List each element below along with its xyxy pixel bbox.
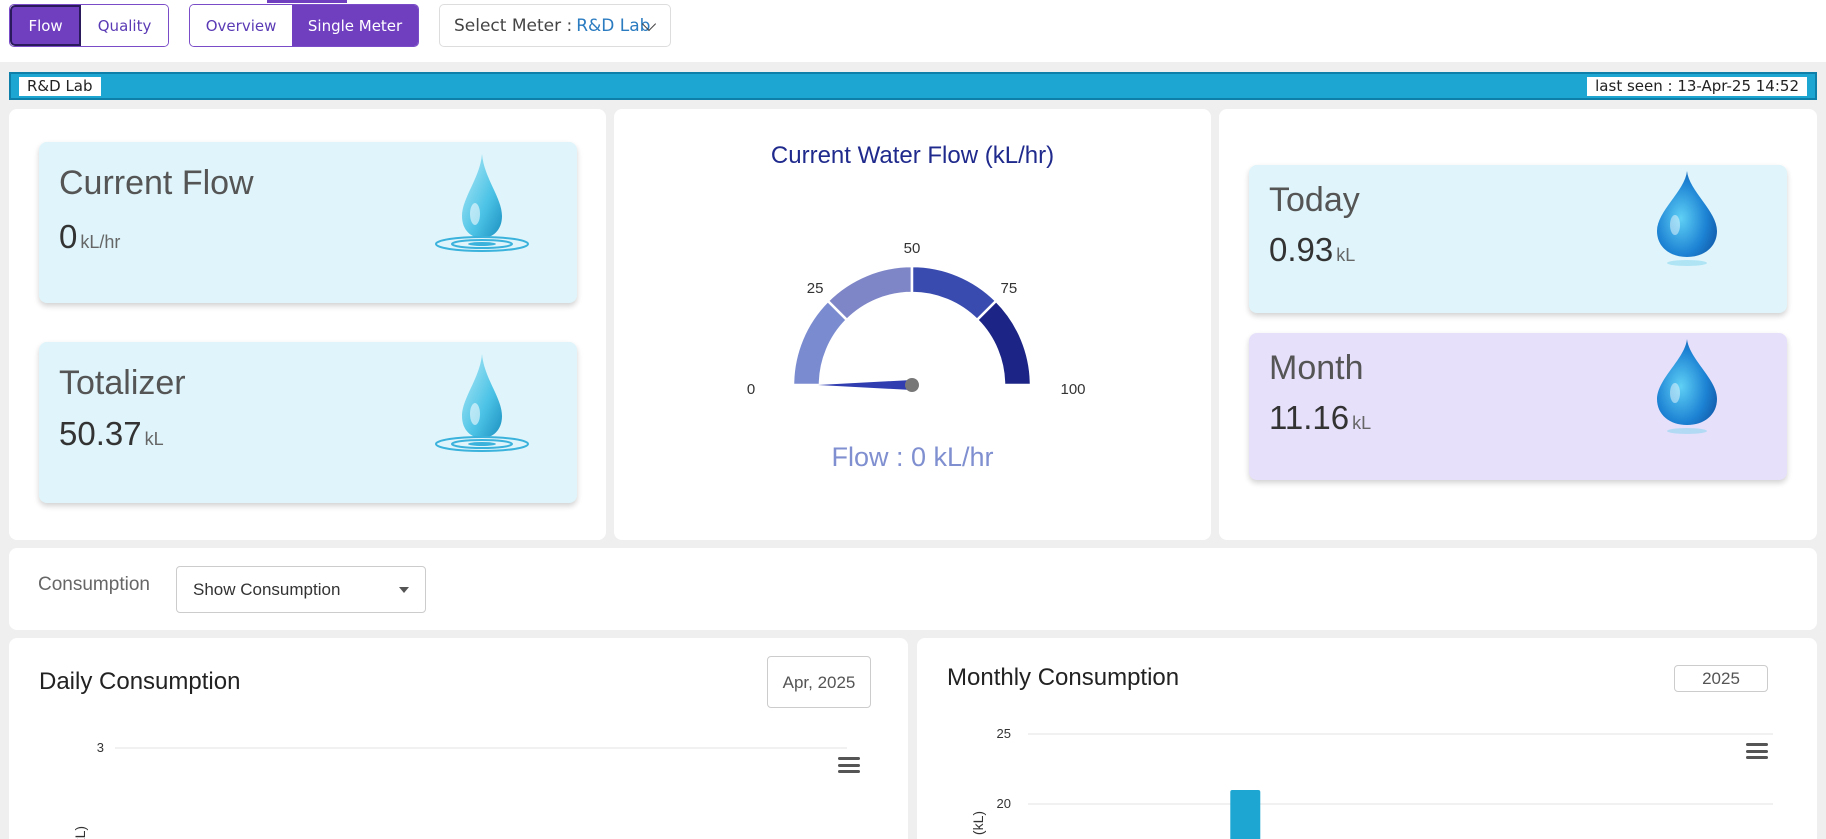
view-toggle: Overview Single Meter: [189, 4, 419, 47]
card-value: 50.37: [59, 415, 142, 452]
monthly-bar[interactable]: [1230, 790, 1261, 839]
card-value: 0.93: [1269, 231, 1334, 268]
water-drop-icon: [1657, 171, 1717, 266]
consumption-bar: Consumption Show Consumption: [9, 548, 1817, 630]
monthly-y-tick-label: 20: [997, 796, 1011, 811]
gauge-tick-label: 75: [1001, 280, 1018, 297]
meter-status-bar: R&D Lab last seen : 13-Apr-25 14:52: [9, 72, 1817, 100]
last-seen-badge: last seen : 13-Apr-25 14:52: [1587, 77, 1807, 96]
gauge-pivot: [905, 378, 919, 392]
card-value-row: 50.37 kL: [59, 415, 164, 453]
meter-select-label: Select Meter :: [454, 15, 573, 36]
card-unit: kL/hr: [80, 232, 121, 252]
caret-down-icon: [399, 587, 409, 593]
gauge-panel: Current Water Flow (kL/hr) 0 25 50 75 100 Fl…: [614, 109, 1211, 540]
consumption-select-value: Show Consumption: [193, 580, 341, 599]
flow-stats-panel: Current Flow 0 kL/hr Totalizer 50.37 kL: [9, 109, 606, 540]
daily-y-tick-label: 3: [97, 740, 104, 755]
flow-gauge: 0 25 50 75 100: [747, 240, 1086, 398]
card-unit: kL: [1352, 413, 1372, 433]
monthly-y-tick-label: 25: [997, 726, 1011, 741]
gauge-tick-label: 100: [1060, 381, 1085, 398]
monthly-consumption-panel: Monthly Consumption 2025 25 20 (kL): [917, 638, 1817, 839]
meter-name-badge: R&D Lab: [19, 77, 101, 96]
monthly-consumption-chart: 25 20 (kL): [970, 726, 1773, 839]
daily-consumption-chart: 3 (kL): [72, 740, 847, 839]
meter-select[interactable]: Select Meter : R&D Lab: [439, 4, 671, 47]
card-value-row: 0 kL/hr: [59, 218, 120, 256]
water-splash-drop-icon: [435, 154, 529, 252]
consumption-label: Consumption: [38, 574, 150, 595]
card-value: 0: [59, 218, 78, 255]
meter-select-value: R&D Lab: [576, 15, 651, 36]
gauge-tick-label: 25: [807, 280, 824, 297]
quality-button[interactable]: Quality: [81, 5, 168, 46]
month-card: Month 11.16 kL: [1249, 333, 1787, 480]
flow-button[interactable]: Flow: [10, 5, 82, 46]
card-value-row: 11.16 kL: [1269, 399, 1371, 437]
gauge-tick-label: 0: [747, 381, 755, 398]
water-drop-icon: [1657, 339, 1717, 434]
overview-button[interactable]: Overview: [190, 5, 293, 46]
card-title: Current Flow: [59, 164, 254, 202]
gauge-band: [826, 264, 914, 322]
card-title: Month: [1269, 349, 1364, 387]
single-meter-button[interactable]: Single Meter: [292, 5, 418, 46]
mode-toggle: Flow Quality: [9, 4, 169, 47]
card-unit: kL: [1336, 245, 1356, 265]
hamburger-menu-icon[interactable]: [838, 757, 860, 773]
gauge-needle: [818, 380, 912, 390]
top-toolbar: Flow Quality Overview Single Meter Selec…: [0, 0, 1826, 62]
gauge-title: Current Water Flow (kL/hr): [770, 142, 1055, 169]
consumption-select[interactable]: Show Consumption: [176, 566, 426, 613]
gauge-band: [975, 299, 1033, 387]
totalizer-card: Totalizer 50.37 kL: [39, 342, 577, 503]
gauge-readout: Flow : 0 kL/hr: [831, 442, 994, 472]
hamburger-menu-icon[interactable]: [1746, 743, 1768, 759]
card-title: Totalizer: [59, 364, 186, 402]
card-unit: kL: [144, 429, 164, 449]
card-value-row: 0.93 kL: [1269, 231, 1355, 269]
card-value: 11.16: [1269, 399, 1350, 436]
daily-y-axis-label: (kL): [72, 826, 88, 839]
period-stats-panel: Today 0.93 kL Month 11.16 kL: [1219, 109, 1817, 540]
monthly-y-axis-label: (kL): [970, 811, 986, 835]
card-title: Today: [1269, 181, 1360, 219]
water-splash-drop-icon: [435, 354, 529, 452]
active-tab-indicator: [267, 0, 347, 3]
daily-consumption-panel: Daily Consumption Apr, 2025 3 (kL): [9, 638, 908, 839]
gauge-tick-label: 50: [904, 240, 921, 257]
current-flow-card: Current Flow 0 kL/hr: [39, 142, 577, 303]
today-card: Today 0.93 kL: [1249, 165, 1787, 313]
